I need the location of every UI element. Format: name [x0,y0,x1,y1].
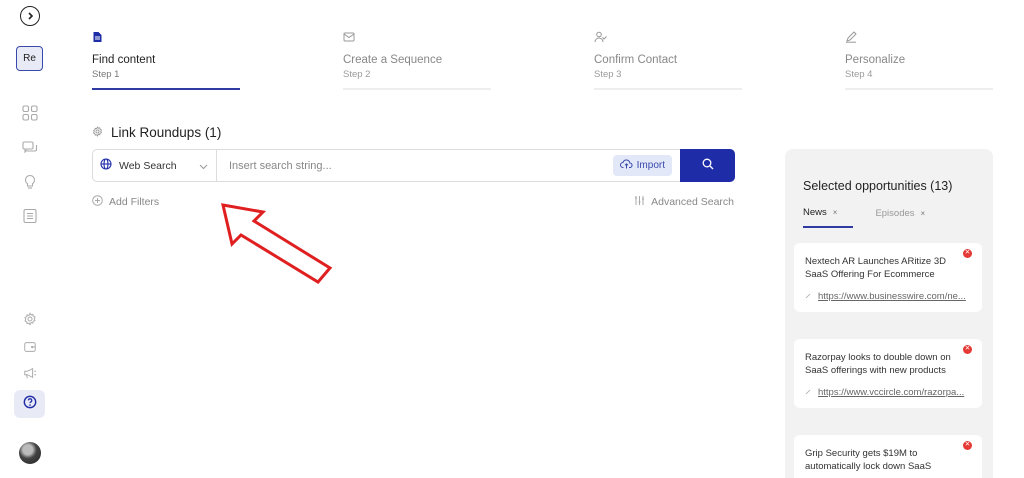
annotation-arrow-icon [221,203,333,284]
card-title: Grip Security gets $19M to automatically… [805,448,932,472]
tab-episodes[interactable]: Episodes × [875,207,929,228]
wallet-icon[interactable] [21,338,39,356]
card-title: Razorpay looks to double down on SaaS of… [805,352,951,376]
search-bar: Web Search Import [92,149,735,182]
step-subtitle: Step 1 [92,69,120,80]
advanced-search-button[interactable]: Advanced Search [634,195,734,209]
cloud-upload-icon [619,159,633,172]
step-subtitle: Step 3 [594,69,622,80]
sidebar: Re [0,0,60,478]
help-button[interactable] [14,390,45,418]
card-link[interactable]: https://www.businesswire.com/ne... [805,291,970,302]
search-button[interactable] [680,149,735,182]
selected-opportunities-panel: Selected opportunities (13) News × Episo… [785,149,993,478]
import-label: Import [636,160,665,171]
tab-label: Episodes [875,208,915,219]
import-button[interactable]: Import [612,155,672,176]
document-icon [92,30,240,44]
bulb-icon[interactable] [21,173,39,191]
settings-icon[interactable] [21,310,39,328]
pen-icon [845,30,993,44]
globe-icon [100,158,112,173]
source-select[interactable]: Web Search [93,150,217,181]
panel-title: Selected opportunities (13) [803,179,953,193]
tab-label: News [803,207,827,218]
card-link-text: https://www.businesswire.com/ne... [818,291,966,302]
search-icon [702,157,714,175]
section-title: Link Roundups (1) [111,125,222,140]
opportunity-card[interactable]: ✕ Nextech AR Launches ARitize 3D SaaS Of… [794,243,982,312]
step-subtitle: Step 4 [845,69,873,80]
panel-tabs: News × Episodes × [803,207,929,228]
add-filters-button[interactable]: Add Filters [92,195,159,209]
remove-icon[interactable]: ✕ [963,441,972,450]
close-icon[interactable]: × [833,208,838,217]
pencil-icon [805,291,811,302]
add-filters-label: Add Filters [109,196,160,208]
step-title: Create a Sequence [343,54,443,66]
card-link-text: https://www.vccircle.com/razorpa... [818,387,965,398]
step-progress-bar [594,88,742,90]
step-progress-bar [845,88,993,90]
search-input[interactable] [217,150,613,181]
opportunity-card[interactable]: ✕ Razorpay looks to double down on SaaS … [794,339,982,408]
list-icon[interactable] [21,207,39,225]
chat-icon[interactable] [21,139,39,157]
section-header: Link Roundups (1) [92,125,221,140]
help-icon [23,395,37,414]
source-select-value: Web Search [119,159,177,172]
mail-icon [343,30,491,44]
avatar[interactable] [19,442,41,464]
step-title: Personalize [845,54,906,66]
chevron-down-icon [199,161,208,173]
pencil-icon [805,387,811,398]
step-title: Confirm Contact [594,54,678,66]
tab-news[interactable]: News × [803,207,854,228]
plus-circle-icon [92,195,103,209]
grid-icon[interactable] [21,104,39,122]
step-title: Find content [92,54,156,66]
gear-icon [92,125,103,140]
step-subtitle: Step 2 [343,69,371,80]
opportunity-card[interactable]: ✕ Grip Security gets $19M to automatical… [794,435,982,478]
remove-icon[interactable]: ✕ [963,249,972,258]
close-icon[interactable]: × [921,209,926,218]
step-progress-bar [92,88,240,90]
card-link[interactable]: https://www.vccircle.com/razorpa... [805,387,970,398]
workspace-badge[interactable]: Re [16,46,43,71]
collapse-toggle-icon[interactable] [20,6,40,26]
step-personalize[interactable]: Personalize Step 4 [845,30,993,90]
step-create-sequence[interactable]: Create a Sequence Step 2 [343,30,491,90]
megaphone-icon[interactable] [21,364,39,382]
advanced-search-label: Advanced Search [651,196,734,208]
step-confirm-contact[interactable]: Confirm Contact Step 3 [594,30,742,90]
card-title: Nextech AR Launches ARitize 3D SaaS Offe… [805,256,946,280]
sliders-icon [634,195,645,209]
step-find-content[interactable]: Find content Step 1 [92,30,240,90]
user-check-icon [594,30,742,44]
workspace-label: Re [23,53,36,64]
remove-icon[interactable]: ✕ [963,345,972,354]
step-progress-bar [343,88,491,90]
